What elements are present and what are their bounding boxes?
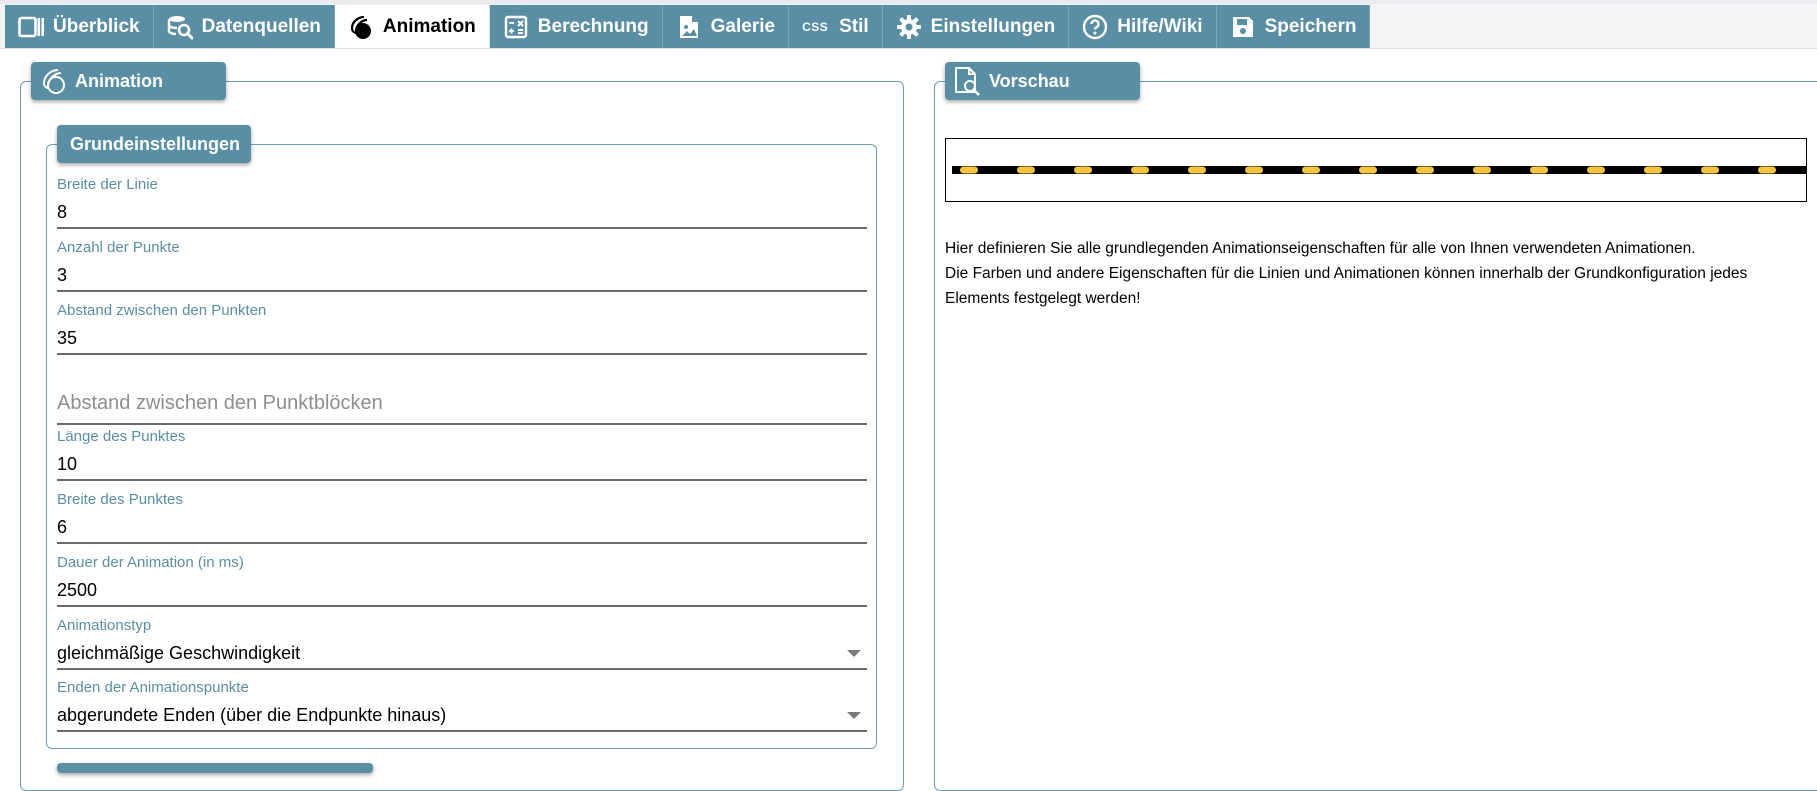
calculator-icon (503, 14, 529, 40)
animation-type-value: gleichmäßige Geschwindigkeit (57, 643, 301, 663)
tab-save[interactable]: Speichern (1216, 5, 1371, 48)
dot-length-input[interactable]: 10 (57, 450, 867, 481)
animation-dot (1245, 166, 1263, 174)
dot-spacing-label: Abstand zwischen den Punkten (57, 302, 267, 319)
tab-style[interactable]: CSS Stil (789, 5, 883, 48)
tab-datasources[interactable]: Datenquellen (153, 5, 335, 48)
animation-preview-line (952, 166, 1806, 174)
line-width-field: Breite der Linie 8 (57, 176, 867, 229)
duration-input[interactable]: 2500 (57, 576, 867, 607)
save-icon (1230, 14, 1256, 40)
tab-help[interactable]: Hilfe/Wiki (1069, 5, 1217, 48)
block-spacing-input[interactable]: Abstand zwischen den Punktblöcken (57, 383, 867, 425)
dot-count-label: Anzahl der Punkte (57, 239, 180, 256)
animation-preview (945, 138, 1807, 202)
animation-dot (1074, 166, 1092, 174)
description-line-2: Die Farben und andere Eigenschaften für … (945, 265, 1748, 307)
dot-width-label: Breite des Punktes (57, 491, 183, 508)
animation-dot (1473, 166, 1491, 174)
animation-panel-title: Animation (31, 62, 226, 100)
line-width-label: Breite der Linie (57, 176, 158, 193)
dot-length-field: Länge des Punktes 10 (57, 428, 867, 481)
animation-dot (1302, 166, 1320, 174)
duration-label: Dauer der Animation (in ms) (57, 554, 244, 571)
description-line-1: Hier definieren Sie alle grundlegenden A… (945, 240, 1696, 257)
dot-ends-field: Enden der Animationspunkte abgerundete E… (57, 679, 867, 732)
tab-label: Berechnung (537, 15, 649, 37)
tab-label: Animation (382, 15, 476, 37)
document-search-icon (953, 67, 981, 96)
block-spacing-field: Abstand zwischen den Punktblöcken (57, 383, 867, 425)
dot-ends-label: Enden der Animationspunkte (57, 679, 249, 696)
gallery-icon (676, 14, 702, 40)
dot-count-input[interactable]: 3 (57, 261, 867, 292)
tab-overview[interactable]: Überblick (5, 5, 154, 48)
animation-dot (1587, 166, 1605, 174)
animation-dot (1416, 166, 1434, 174)
preview-description: Hier definieren Sie alle grundlegenden A… (945, 236, 1807, 311)
animation-dot (960, 166, 978, 174)
dot-spacing-input[interactable]: 35 (57, 324, 867, 355)
panel-title-text: Animation (75, 70, 163, 91)
tab-list: Überblick Datenquellen Animation Berechn… (5, 5, 1371, 48)
dot-ends-value: abgerundete Enden (über die Endpunkte hi… (57, 705, 447, 725)
animation-dot (1188, 166, 1206, 174)
tab-label: Speichern (1264, 15, 1357, 37)
panel-title-text: Vorschau (989, 70, 1070, 91)
tab-label: Überblick (53, 15, 140, 37)
tab-calculation[interactable]: Berechnung (489, 5, 663, 48)
preview-panel-title: Vorschau (945, 62, 1140, 100)
animation-dot (1644, 166, 1662, 174)
tab-gallery[interactable]: Galerie (662, 5, 790, 48)
line-width-input[interactable]: 8 (57, 198, 867, 229)
animation-dot (1758, 166, 1776, 174)
overview-icon (18, 14, 44, 40)
tab-label: Einstellungen (930, 15, 1056, 37)
basic-settings-title: Grundeinstellungen (57, 125, 251, 163)
tab-label: Datenquellen (201, 15, 321, 37)
chevron-down-icon (847, 712, 861, 719)
dot-length-label: Länge des Punktes (57, 428, 186, 445)
tab-label: Galerie (710, 15, 776, 37)
tab-label: Stil (839, 15, 869, 37)
css-icon: CSS (802, 19, 829, 34)
duration-field: Dauer der Animation (in ms) 2500 (57, 554, 867, 607)
gear-icon (896, 14, 922, 40)
dot-spacing-field: Abstand zwischen den Punkten 35 (57, 302, 867, 355)
animation-dot (1131, 166, 1149, 174)
animation-dot (1359, 166, 1377, 174)
animation-icon (348, 14, 374, 40)
tab-animation[interactable]: Animation (334, 5, 490, 48)
animation-dot (1701, 166, 1719, 174)
help-icon (1082, 14, 1108, 40)
animation-dot (1530, 166, 1548, 174)
datasource-search-icon (167, 14, 193, 40)
animation-type-field: Animationstyp gleichmäßige Geschwindigke… (57, 617, 867, 670)
tab-bar: Überblick Datenquellen Animation Berechn… (0, 0, 1817, 49)
tab-label: Hilfe/Wiki (1117, 15, 1203, 37)
next-section-title (57, 763, 373, 773)
dot-count-field: Anzahl der Punkte 3 (57, 239, 867, 292)
dot-width-field: Breite des Punktes 6 (57, 491, 867, 544)
animation-icon (39, 67, 67, 95)
animation-type-select[interactable]: gleichmäßige Geschwindigkeit (57, 639, 867, 670)
tab-settings[interactable]: Einstellungen (882, 5, 1070, 48)
chevron-down-icon (847, 650, 861, 657)
animation-type-label: Animationstyp (57, 617, 152, 634)
animation-dot (1017, 166, 1035, 174)
dot-width-input[interactable]: 6 (57, 513, 867, 544)
dot-ends-select[interactable]: abgerundete Enden (über die Endpunkte hi… (57, 701, 867, 732)
